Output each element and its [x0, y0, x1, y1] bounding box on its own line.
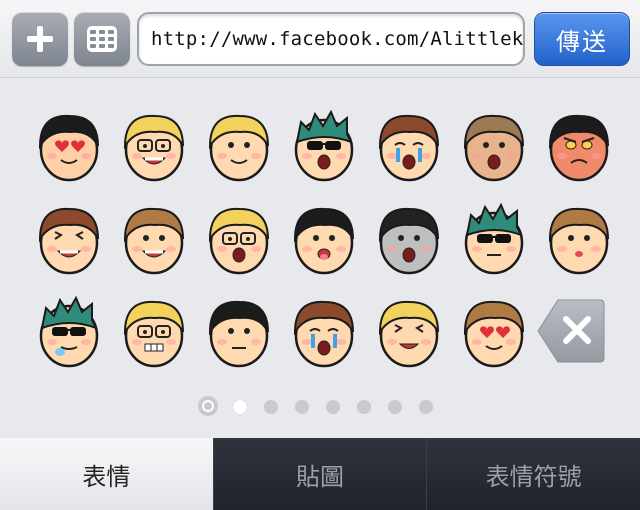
sticker-item[interactable] [30, 108, 108, 186]
sticker-item[interactable] [370, 294, 448, 372]
page-indicator [198, 396, 448, 418]
sticker-face-icon [208, 300, 269, 368]
message-input[interactable]: http://www.facebook.com/Alittlekeke [137, 12, 525, 66]
add-button[interactable] [12, 12, 68, 66]
page-dot-3[interactable] [295, 400, 309, 414]
tab-emoticons[interactable]: 表情 [0, 438, 213, 510]
sticker-item[interactable] [115, 294, 193, 372]
sticker-face-icon [123, 207, 184, 275]
sticker-item[interactable] [285, 108, 363, 186]
keyboard-icon [87, 26, 117, 52]
page-dot-2[interactable] [264, 400, 278, 414]
input-toolbar: http://www.facebook.com/Alittlekeke 傳送 [0, 0, 640, 78]
sticker-item[interactable] [455, 108, 533, 186]
sticker-item[interactable] [200, 294, 278, 372]
sticker-item[interactable] [540, 201, 618, 279]
page-dot-1[interactable] [233, 400, 247, 414]
sticker-item[interactable] [285, 294, 363, 372]
page-dot-6[interactable] [388, 400, 402, 414]
sticker-item[interactable] [540, 108, 618, 186]
sticker-face-icon [208, 114, 269, 182]
plus-icon [27, 26, 53, 52]
sticker-item[interactable] [370, 201, 448, 279]
sticker-item[interactable] [115, 108, 193, 186]
sticker-grid [0, 78, 640, 438]
sticker-face-icon [463, 300, 524, 368]
sticker-face-icon [38, 114, 99, 182]
sticker-face-icon [464, 202, 524, 275]
sticker-item[interactable] [30, 294, 108, 372]
page-dot-5[interactable] [357, 400, 371, 414]
sticker-face-icon [548, 114, 609, 182]
sticker-face-icon [293, 207, 354, 275]
sticker-item[interactable] [455, 201, 533, 279]
sticker-item[interactable] [285, 201, 363, 279]
sticker-item[interactable] [370, 108, 448, 186]
sticker-face-icon [378, 114, 439, 182]
sticker-item[interactable] [455, 294, 533, 372]
sticker-item[interactable] [200, 201, 278, 279]
category-tab-bar: 表情 貼圖 表情符號 [0, 438, 640, 510]
delete-button[interactable] [536, 298, 606, 364]
sticker-face-icon [548, 207, 609, 275]
message-input-text: http://www.facebook.com/Alittlekeke [151, 28, 525, 50]
sticker-item[interactable] [200, 108, 278, 186]
page-dot-7[interactable] [419, 400, 433, 414]
send-button[interactable]: 傳送 [534, 12, 630, 66]
sticker-face-icon [38, 207, 99, 275]
tab-emoji-symbols[interactable]: 表情符號 [426, 438, 640, 510]
keyboard-toggle-button[interactable] [74, 12, 130, 66]
sticker-face-icon [123, 300, 184, 368]
recent-clock-icon[interactable] [198, 396, 218, 416]
sticker-face-icon [378, 207, 439, 275]
sticker-item[interactable] [30, 201, 108, 279]
sticker-face-icon [378, 300, 439, 368]
sticker-face-icon [294, 109, 354, 182]
sticker-item[interactable] [115, 201, 193, 279]
page-dot-4[interactable] [326, 400, 340, 414]
backspace-icon [537, 299, 605, 363]
sticker-face-icon [39, 295, 99, 368]
sticker-face-icon [293, 300, 354, 368]
sticker-face-icon [463, 114, 524, 182]
sticker-face-icon [123, 114, 184, 182]
tab-stickers[interactable]: 貼圖 [212, 438, 427, 510]
sticker-face-icon [208, 207, 269, 275]
